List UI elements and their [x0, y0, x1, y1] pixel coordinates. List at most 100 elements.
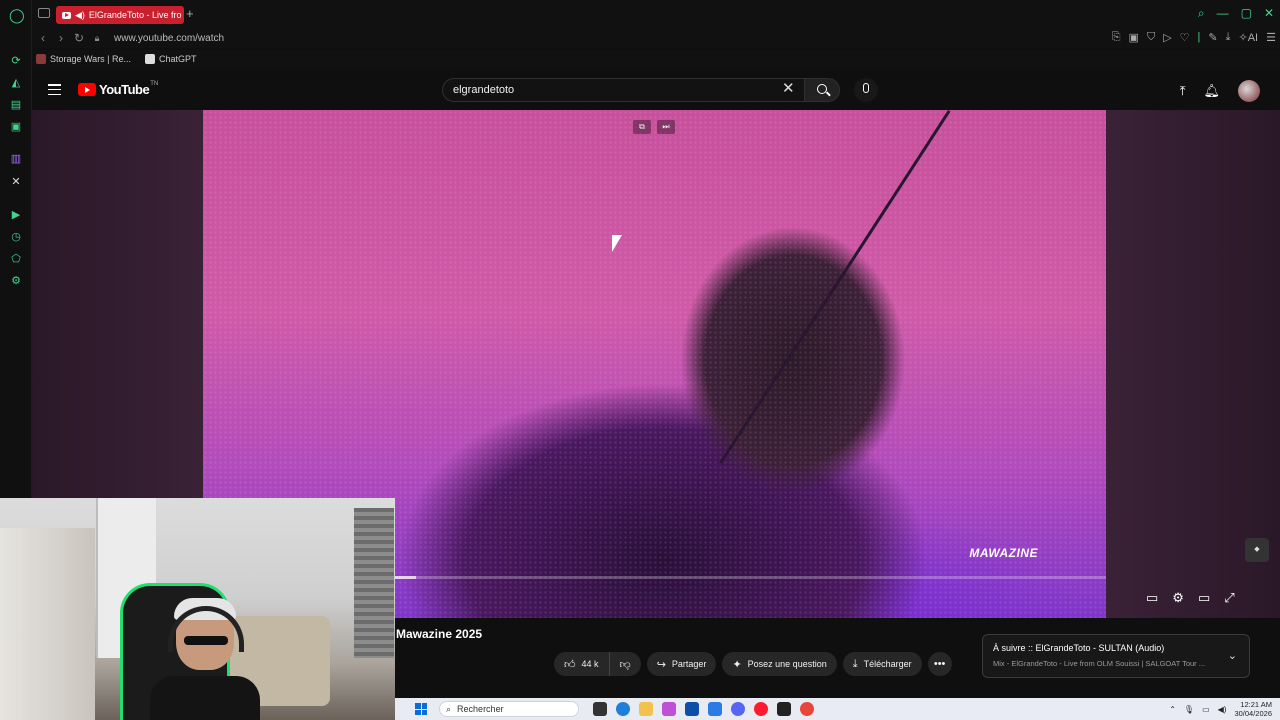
ask-button[interactable]: ✦ Posez une question	[722, 652, 837, 676]
avatar[interactable]	[1238, 80, 1260, 102]
youtube-favicon-icon	[62, 11, 71, 19]
search-input[interactable]: elgrandetoto	[442, 78, 812, 102]
speaker-icon[interactable]: ◀)	[75, 10, 85, 21]
edge-icon[interactable]	[616, 702, 630, 716]
bookmark-storage-wars[interactable]: Storage Wars | Re...	[36, 54, 131, 64]
streamer-body	[150, 676, 260, 720]
like-button[interactable]: 👍︎ 44 k	[554, 652, 610, 676]
x-icon[interactable]: ✕	[9, 175, 23, 189]
pip-icon[interactable]: ⧉	[633, 120, 651, 134]
forward-icon[interactable]: ›	[52, 31, 70, 45]
maximize-icon[interactable]: ▢	[1241, 6, 1252, 21]
messenger-icon[interactable]: ▣	[9, 120, 23, 134]
taskbar-search-icon: ⌕	[446, 703, 452, 714]
address-bar-tools: ⎘ ▣ ⛉ ▷ ♡ | ✎ ⤓ ✧AI ☰	[1112, 31, 1276, 44]
search-icon	[817, 84, 827, 94]
reload-icon[interactable]: ↻	[70, 31, 88, 45]
clock-time: 12:21 AM	[1240, 700, 1272, 709]
download-button[interactable]: ⤓ Télécharger	[842, 652, 922, 676]
clear-search-icon[interactable]: ✕	[782, 81, 795, 96]
separator-icon: |	[1197, 31, 1201, 43]
tray-overflow-icon[interactable]: ⌃	[1169, 705, 1176, 714]
task-view-icon[interactable]	[593, 702, 607, 716]
channel-badge-icon[interactable]: ◆	[1245, 538, 1269, 562]
player-controls: ▭ ⚙ ▭ ⤢	[1146, 590, 1235, 606]
voice-search-button[interactable]	[854, 78, 878, 102]
tab-menu-icon[interactable]	[38, 8, 50, 18]
menu-icon[interactable]	[48, 84, 61, 95]
history-icon[interactable]: ◷	[9, 230, 23, 244]
search-tabs-icon[interactable]: ⌕	[1198, 6, 1205, 21]
skip-icon[interactable]: ⏭	[657, 120, 675, 134]
subtitles-icon[interactable]: ▭	[1146, 590, 1158, 606]
clock[interactable]: 12:21 AM 30/04/2026	[1234, 700, 1272, 718]
lock-icon[interactable]: 🔒︎	[88, 33, 106, 44]
chevron-down-icon[interactable]: ⌄	[1228, 649, 1237, 662]
tab-youtube[interactable]: ◀) ElGrandeToto - Live fro	[56, 6, 184, 24]
youtube-play-icon	[78, 83, 96, 96]
violin-bow	[719, 110, 951, 464]
chrome-icon[interactable]	[800, 702, 814, 716]
dislike-button[interactable]: 👎︎	[609, 652, 641, 676]
discord-icon[interactable]	[731, 702, 745, 716]
mic-tray-icon[interactable]: 🎙︎	[1184, 705, 1194, 714]
window-controls: ⌕ — ▢ ✕	[1198, 6, 1274, 21]
twitch-icon[interactable]: ▥	[9, 152, 23, 166]
network-icon[interactable]: ▭	[1202, 705, 1210, 714]
refresh-icon[interactable]: ⟳	[9, 54, 23, 68]
heart-icon[interactable]: ♡	[1180, 31, 1190, 44]
mouse-cursor-icon	[612, 235, 622, 252]
new-tab-icon[interactable]: +	[186, 6, 194, 21]
opera-icon[interactable]	[754, 702, 768, 716]
outlook-icon[interactable]	[708, 702, 722, 716]
copilot-icon[interactable]	[662, 702, 676, 716]
snapshot-icon[interactable]: ▣	[1129, 31, 1139, 44]
progress-played	[395, 576, 417, 579]
bookmark-label: Storage Wars | Re...	[50, 54, 132, 64]
chatgpt-icon	[145, 54, 156, 64]
tab-title: ElGrandeToto - Live fro	[88, 10, 182, 20]
clock-date: 30/04/2026	[1234, 709, 1272, 718]
adblock-icon[interactable]: ⛉	[1147, 31, 1155, 44]
tab-bar: ◀) ElGrandeToto - Live fro + ⌕ — ▢ ✕	[32, 0, 1280, 28]
notifications-icon[interactable]: 🔔︎	[1203, 83, 1220, 99]
close-window-icon[interactable]: ✕	[1264, 6, 1274, 21]
theater-mode-icon[interactable]: ▭	[1198, 590, 1210, 606]
url-field[interactable]: www.youtube.com/watch	[114, 33, 224, 44]
taskbar-search[interactable]: ⌕ Rechercher	[439, 701, 579, 717]
back-icon[interactable]: ‹	[34, 31, 52, 45]
share-button[interactable]: ↪ Partager	[646, 652, 717, 676]
video-popout-icon[interactable]: ▷	[1163, 31, 1171, 44]
sunglasses	[184, 636, 228, 645]
extensions-icon[interactable]: ⬠	[9, 252, 23, 266]
upload-icon[interactable]: ⤒	[1180, 83, 1186, 99]
opera-logo-icon[interactable]: ◯	[9, 8, 25, 22]
progress-bar[interactable]	[395, 576, 1106, 579]
store-icon[interactable]	[685, 702, 699, 716]
video-title: Mawazine 2025	[396, 627, 483, 641]
download-icon[interactable]: ⤓	[1226, 31, 1231, 44]
settings-icon[interactable]: ⚙	[9, 274, 23, 288]
ai-icon[interactable]: ✧AI	[1239, 31, 1259, 44]
easy-setup-icon[interactable]: ▤	[9, 98, 23, 112]
file-explorer-icon[interactable]	[639, 702, 653, 716]
up-next-card[interactable]: À suivre :: ElGrandeToto - SULTAN (Audio…	[982, 634, 1250, 678]
player-icon[interactable]: ▶	[9, 208, 23, 222]
header-actions: ⤒ 🔔︎	[1180, 80, 1260, 102]
start-menu-icon[interactable]	[415, 703, 427, 715]
tools-icon[interactable]: ✎	[1208, 31, 1217, 44]
thumbs-down-icon: 👎︎	[619, 658, 631, 671]
more-actions-button[interactable]: •••	[927, 652, 952, 676]
capcut-icon[interactable]	[777, 702, 791, 716]
search-button[interactable]	[804, 78, 840, 102]
video-actions: 👍︎ 44 k 👎︎ ↪ Partager ✦ Posez une questi…	[554, 652, 952, 676]
youtube-logo[interactable]: YouTube TN	[78, 81, 158, 97]
settings-gear-icon[interactable]: ⚙	[1172, 590, 1184, 606]
aria-icon[interactable]: ◭	[9, 76, 23, 90]
minimize-icon[interactable]: —	[1217, 6, 1229, 21]
sidebar-toggle-icon[interactable]: ☰	[1266, 31, 1276, 44]
volume-icon[interactable]: ◀)	[1218, 705, 1227, 714]
bookmark-icon[interactable]: ⎘	[1112, 31, 1121, 44]
bookmark-chatgpt[interactable]: ChatGPT	[145, 54, 197, 64]
fullscreen-icon[interactable]: ⤢	[1224, 590, 1234, 606]
